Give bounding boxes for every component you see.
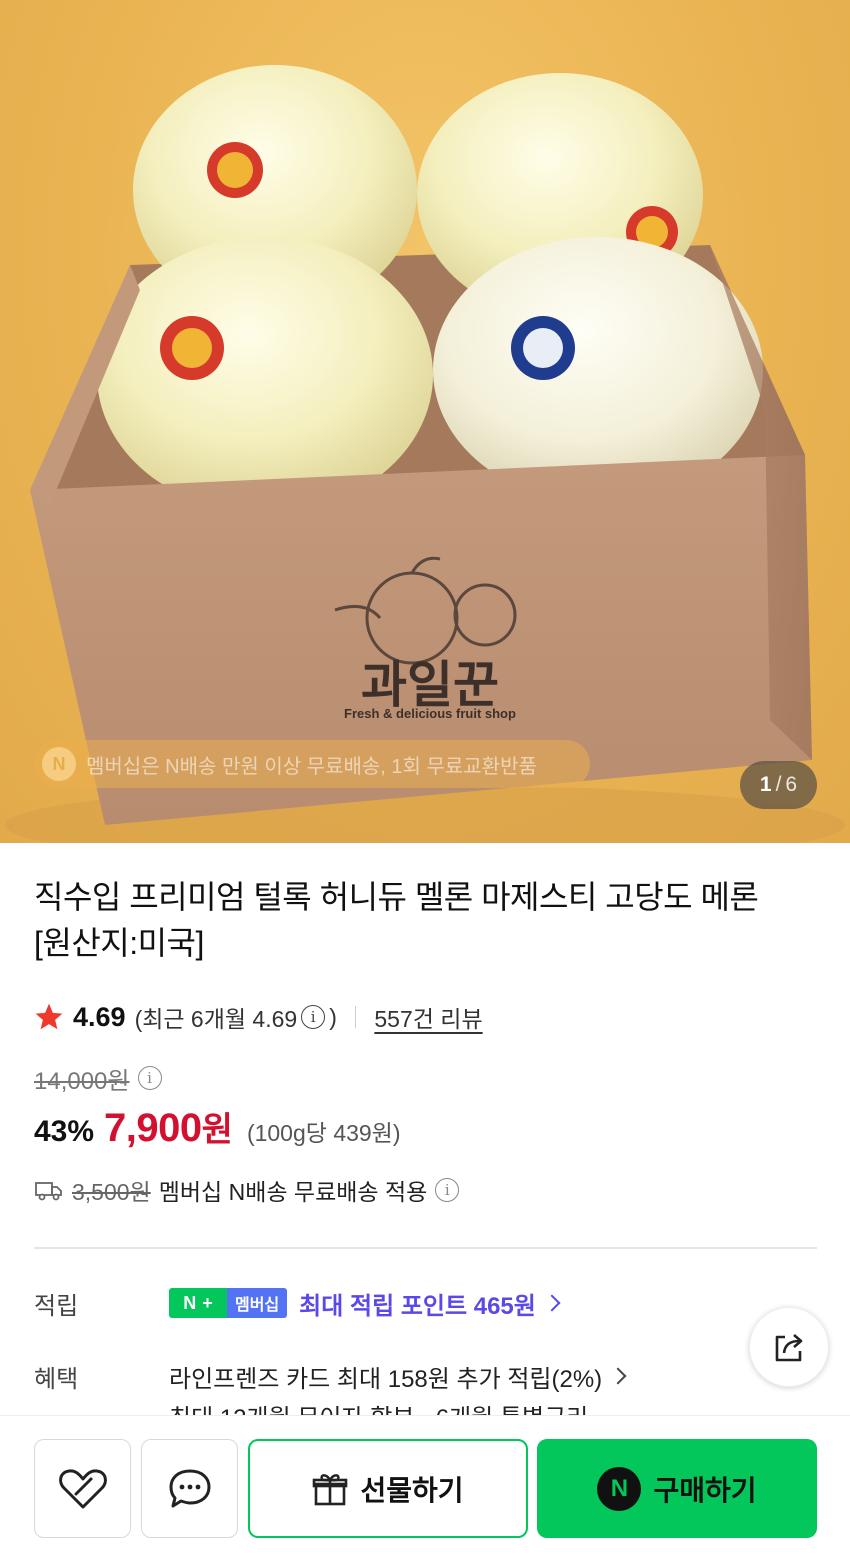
chevron-right-icon (609, 1367, 627, 1385)
buy-button-label: 구매하기 (653, 1474, 757, 1506)
benefit-card-link[interactable]: 라인프렌즈 카드 최대 158원 추가 적립(2%) (169, 1357, 627, 1395)
image-counter: 1 / 6 (740, 761, 817, 809)
original-price-row: 14,000원 i (34, 1060, 162, 1096)
badge-n: N (183, 1292, 197, 1313)
sale-price: 7,900 (104, 1106, 202, 1150)
chevron-right-icon (543, 1294, 561, 1312)
naver-plus-badge: N + (169, 1288, 227, 1318)
earn-points-text: 최대 적립 포인트 465원 (299, 1292, 536, 1320)
gift-button-label: 선물하기 (360, 1474, 464, 1506)
bottom-action-bar: 선물하기 N 구매하기 (0, 1415, 850, 1557)
benefit-label: 혜택 (34, 1366, 79, 1393)
buy-button[interactable]: N 구매하기 (537, 1439, 817, 1538)
badge-plus: + (202, 1292, 213, 1313)
earn-label: 적립 (34, 1293, 79, 1320)
info-icon[interactable]: i (435, 1178, 460, 1202)
gift-button[interactable]: 선물하기 (248, 1439, 528, 1538)
naver-n-icon: N (42, 747, 76, 781)
earn-points-link[interactable]: N + 멤버십 최대 적립 포인트 465원 (169, 1284, 561, 1322)
shipping-old-fee: 3,500원 (72, 1179, 151, 1205)
rating-value: 4.69 (73, 1001, 126, 1032)
membership-badge: N + 멤버십 (169, 1288, 288, 1318)
chat-icon (169, 1469, 210, 1507)
share-icon (775, 1334, 803, 1362)
recent-rating: (최근 6개월 4.69 i ) (135, 1000, 337, 1034)
box-tagline-text: Fresh & delicious fruit shop (344, 706, 516, 721)
image-counter-total: 6 (785, 773, 798, 796)
info-icon[interactable]: i (137, 1066, 162, 1090)
shipping-row: 3,500원 멤버십 N배송 무료배송 적용 i (34, 1172, 460, 1208)
section-divider (34, 1247, 817, 1249)
info-icon[interactable]: i (301, 1005, 326, 1029)
unit-price: (100g당 439원) (246, 1120, 401, 1146)
shipping-text: 멤버십 N배송 무료배송 적용 (158, 1179, 428, 1205)
membership-banner: N 멤버십은 N배송 만원 이상 무료배송, 1회 무료교환반품 (34, 740, 590, 788)
truck-icon (35, 1182, 62, 1201)
recent-rating-close: ) (329, 1003, 337, 1030)
heart-icon (58, 1468, 107, 1508)
talk-button[interactable] (141, 1439, 238, 1538)
original-price: 14,000원 (34, 1067, 130, 1095)
like-button[interactable] (34, 1439, 131, 1538)
product-title: 직수입 프리미엄 털록 허니듀 멜론 마제스티 고당도 메론 [원산지:미국] (34, 879, 759, 961)
naver-pay-icon: N (597, 1466, 642, 1511)
star-icon (35, 1003, 63, 1030)
benefit-card-text: 라인프렌즈 카드 최대 158원 추가 적립(2%) (169, 1365, 603, 1393)
price-currency: 원 (201, 1111, 233, 1149)
rating-row: 4.69 (최근 6개월 4.69 i ) 557건 리뷰 (33, 997, 483, 1037)
membership-banner-text: 멤버십은 N배송 만원 이상 무료배송, 1회 무료교환반품 (86, 755, 537, 778)
recent-rating-text: (최근 6개월 4.69 (134, 1006, 298, 1032)
badge-membership: 멤버십 (227, 1288, 288, 1318)
image-counter-current: 1 (759, 773, 772, 796)
gift-icon (313, 1473, 348, 1505)
share-button[interactable] (749, 1307, 829, 1387)
product-image[interactable]: 과일꾼 Fresh & delicious fruit shop N 멤버십은 … (0, 0, 850, 843)
price-row: 43% 7,900 원 (100g당 439원) (34, 1102, 401, 1154)
review-count-link[interactable]: 557건 리뷰 (374, 1000, 482, 1034)
image-counter-separator: / (775, 773, 782, 796)
discount-rate: 43% (34, 1115, 95, 1148)
divider (354, 1006, 357, 1028)
product-photo: 과일꾼 Fresh & delicious fruit shop (5, 65, 845, 843)
